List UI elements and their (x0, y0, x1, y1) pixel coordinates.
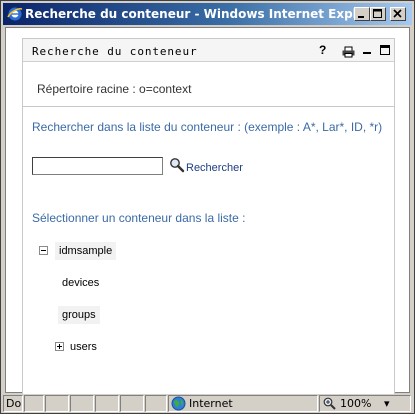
divider (23, 106, 394, 107)
zone-label: Internet (189, 397, 233, 410)
status-cell (95, 395, 119, 412)
status-cell (70, 395, 94, 412)
expand-icon[interactable] (55, 342, 64, 351)
tree-node-label[interactable]: groups (58, 306, 100, 324)
security-zone[interactable]: Internet (168, 395, 318, 412)
window-title: Recherche du conteneur - Windows Interne… (25, 7, 386, 21)
search-instructions: Rechercher dans la liste du conteneur : … (32, 120, 383, 134)
zoom-level: 100% (340, 397, 372, 410)
container-search-portlet: Recherche du conteneur ? Répertoire raci… (22, 38, 395, 394)
chevron-down-icon[interactable]: ▾ (384, 396, 390, 411)
search-icon[interactable] (169, 157, 185, 173)
status-cell (120, 395, 144, 412)
close-icon (393, 9, 402, 18)
status-bar: Do Internet 100% ▾ (3, 394, 412, 413)
portlet-header: Recherche du conteneur ? (23, 39, 394, 62)
portlet-minimize-icon[interactable] (363, 45, 373, 59)
status-cell (24, 395, 44, 412)
root-directory-label: Répertoire racine : o=context (37, 82, 192, 96)
tree-node-label[interactable]: idmsample (55, 242, 117, 260)
title-bar[interactable]: Recherche du conteneur - Windows Interne… (3, 3, 412, 25)
browser-window: Recherche du conteneur - Windows Interne… (0, 0, 415, 414)
maximize-icon (373, 9, 382, 18)
tree-node-users[interactable]: users (50, 338, 101, 356)
search-input[interactable] (32, 157, 163, 175)
minimize-window-button[interactable] (354, 7, 370, 21)
tree-node-idmsample[interactable]: idmsample (35, 242, 117, 260)
close-window-button[interactable] (390, 7, 406, 21)
select-container-heading: Sélectionner un conteneur dans la liste … (32, 211, 246, 225)
tree-node-groups[interactable]: groups (58, 306, 100, 324)
status-cell (145, 395, 167, 412)
help-icon[interactable]: ? (319, 43, 326, 57)
portlet-maximize-icon[interactable] (380, 45, 391, 59)
page-content: Recherche du conteneur ? Répertoire raci… (5, 27, 410, 394)
globe-icon (171, 396, 186, 411)
zoom-icon (323, 397, 336, 410)
minimize-icon (358, 16, 364, 18)
search-button[interactable]: Rechercher (186, 162, 243, 174)
print-icon[interactable] (342, 45, 355, 59)
portlet-title: Recherche du conteneur (32, 45, 198, 58)
tree-node-label[interactable]: devices (58, 274, 103, 292)
tree-node-label[interactable]: users (66, 338, 101, 356)
collapse-icon[interactable] (39, 246, 48, 255)
status-text: Do (3, 395, 23, 412)
ie-logo-icon (7, 7, 23, 21)
maximize-window-button[interactable] (370, 7, 386, 21)
zoom-control[interactable]: 100% ▾ (319, 395, 411, 412)
status-cell (45, 395, 69, 412)
tree-node-devices[interactable]: devices (58, 274, 103, 292)
